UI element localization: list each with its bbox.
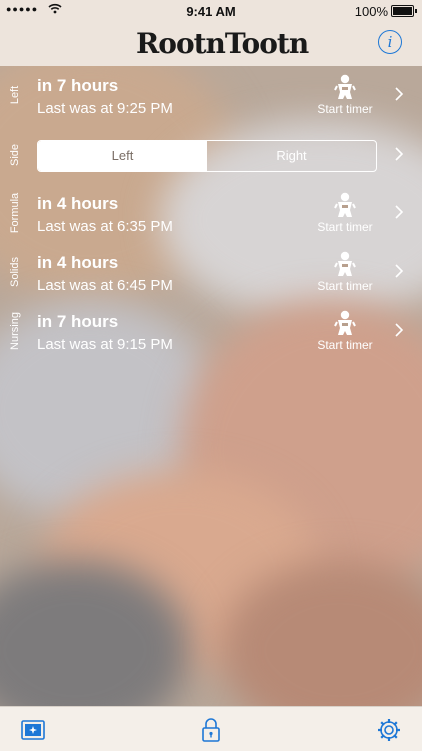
list-item[interactable]: Left in 7 hours Last was at 9:25 PM Star… xyxy=(0,66,422,124)
side-segmented-control[interactable]: Left Right xyxy=(37,140,377,172)
reminder-list: Left in 7 hours Last was at 9:25 PM Star… xyxy=(0,66,422,706)
list-item[interactable]: Nursing in 7 hours Last was at 9:15 PM S… xyxy=(0,302,422,360)
baby-icon xyxy=(334,192,356,217)
segment-left[interactable]: Left xyxy=(38,141,207,171)
nav-bar: RootnTootn i xyxy=(0,22,422,66)
lock-icon[interactable] xyxy=(198,717,224,743)
chevron-right-icon xyxy=(395,264,404,278)
list-item[interactable]: Formula in 4 hours Last was at 6:35 PM S… xyxy=(0,184,422,242)
chevron-right-icon xyxy=(395,323,404,337)
battery-icon xyxy=(391,5,417,17)
row-subtitle: Last was at 6:35 PM xyxy=(37,218,173,235)
gear-icon[interactable] xyxy=(376,717,402,743)
baby-icon xyxy=(334,251,356,276)
logo-text: RootnTootn xyxy=(136,27,309,60)
info-icon: i xyxy=(387,33,393,51)
baby-icon xyxy=(334,74,356,99)
row-subtitle: Last was at 9:25 PM xyxy=(37,100,173,117)
battery-percent: 100% xyxy=(354,4,388,19)
row-subtitle: Last was at 9:15 PM xyxy=(37,336,173,353)
info-button[interactable]: i xyxy=(378,30,402,54)
row-subtitle: Last was at 6:45 PM xyxy=(37,277,173,294)
side-row: Side Left Right xyxy=(0,126,422,184)
start-timer-button[interactable]: Start timer xyxy=(312,192,378,234)
photo-icon[interactable] xyxy=(20,717,46,743)
row-title: in 7 hours xyxy=(37,76,119,95)
start-timer-button[interactable]: Start timer xyxy=(312,251,378,293)
chevron-right-icon xyxy=(395,205,404,219)
row-title: in 4 hours xyxy=(37,194,119,213)
app-logo: RootnTootn xyxy=(136,24,309,64)
baby-icon xyxy=(334,310,356,335)
start-timer-button[interactable]: Start timer xyxy=(312,74,378,116)
row-category: Side xyxy=(9,143,21,167)
start-timer-button[interactable]: Start timer xyxy=(312,310,378,352)
chevron-right-icon xyxy=(395,87,404,101)
row-title: in 7 hours xyxy=(37,312,119,331)
tab-bar xyxy=(0,706,422,751)
row-title: in 4 hours xyxy=(37,253,119,272)
row-category: Formula xyxy=(9,192,21,234)
chevron-right-icon xyxy=(395,147,404,161)
status-bar: ●●●●● 9:41 AM 100% xyxy=(0,0,422,22)
segment-right[interactable]: Right xyxy=(207,141,376,171)
row-category: Nursing xyxy=(9,312,21,350)
row-category: Left xyxy=(8,85,21,105)
row-category: Solids xyxy=(9,257,21,287)
list-item[interactable]: Solids in 4 hours Last was at 6:45 PM St… xyxy=(0,243,422,301)
